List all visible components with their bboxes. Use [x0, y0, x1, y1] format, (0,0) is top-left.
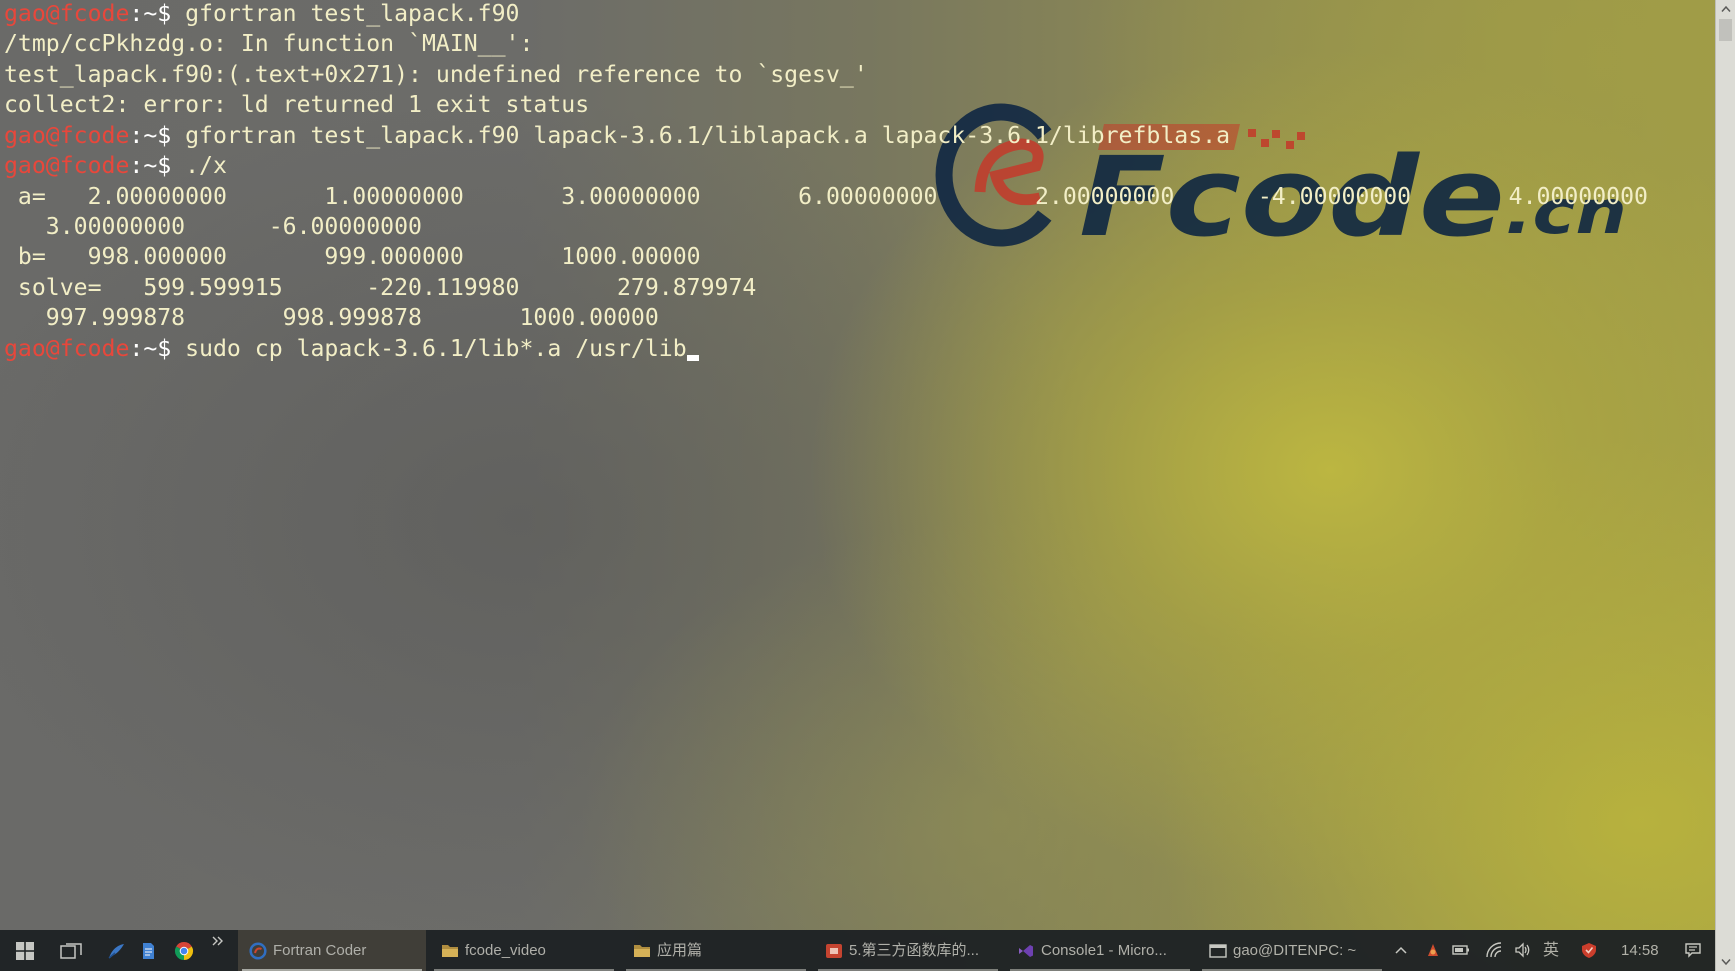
prompt-command: ./x: [185, 153, 227, 180]
battery-icon[interactable]: [1451, 940, 1471, 960]
taskbar-window-presentation[interactable]: 5.第三方函数库的...: [814, 930, 1002, 971]
terminal-output: gao@fcode:~$ gfortran test_lapack.f90 /tm…: [4, 0, 1648, 364]
taskbar-window-label: 5.第三方函数库的...: [849, 942, 980, 959]
clock[interactable]: 14:58: [1621, 941, 1659, 960]
presentation-icon: [824, 941, 843, 960]
folder-icon: [440, 941, 459, 960]
prompt-command: gfortran test_lapack.f90: [185, 1, 520, 27]
terminal-output-line: solve= 599.599915 -220.119980 279.879974: [4, 274, 757, 301]
taskbar-window-label: Fortran Coder: [273, 942, 367, 959]
task-view-icon[interactable]: [58, 938, 84, 964]
terminal-window[interactable]: Fcode .cn gao@fcode:~$ gfortran test_lapa…: [0, 0, 1715, 930]
taskbar-window-visual-studio[interactable]: Console1 - Micro...: [1006, 930, 1194, 971]
chevron-up-icon[interactable]: [1391, 940, 1411, 960]
terminal-output-line: collect2: error: ld returned 1 exit stat…: [4, 92, 590, 119]
scroll-up-arrow-icon[interactable]: [1716, 0, 1735, 18]
prompt-path: :~$: [129, 335, 172, 362]
prompt-command: sudo cp lapack-3.6.1/lib*.a /usr/lib: [185, 335, 687, 362]
taskbar-window-label: 应用篇: [657, 942, 703, 959]
text-cursor: [686, 354, 700, 361]
taskbar-window-label: Console1 - Micro...: [1041, 942, 1167, 959]
overflow-chevron-icon[interactable]: [210, 934, 226, 948]
taskbar-window-label: gao@DITENPC: ~: [1233, 942, 1357, 959]
terminal-output-line: 997.999878 998.999878 1000.00000: [4, 305, 659, 332]
terminal-output-line: a= 2.00000000 1.00000000 3.00000000 6.00…: [4, 183, 1648, 210]
prompt-command: gfortran test_lapack.f90 lapack-3.6.1/li…: [185, 122, 1230, 149]
red-app-icon[interactable]: [1423, 940, 1443, 960]
folder-icon: [632, 941, 651, 960]
prompt-user-host: gao@fcode: [4, 1, 130, 27]
prompt-path: :~$: [129, 122, 172, 149]
vertical-scrollbar[interactable]: [1715, 0, 1735, 971]
prompt-user-host: gao@fcode: [4, 153, 130, 180]
taskbar-window-folder[interactable]: 应用篇: [622, 930, 810, 971]
scroll-down-arrow-icon[interactable]: [1716, 953, 1735, 971]
terminal-output-line: 3.00000000 -6.00000000: [4, 213, 422, 240]
taskbar-window-label: fcode_video: [465, 942, 546, 959]
prompt-path: :~$: [129, 153, 172, 180]
desktop: Fcode .cn gao@fcode:~$ gfortran test_lapa…: [0, 0, 1735, 971]
terminal-output-line: /tmp/ccPkhzdg.o: In function `MAIN__':: [4, 31, 534, 58]
terminal-prompt-line: gao@fcode:~$ gfortran test_lapack.f90 lap…: [4, 121, 1648, 151]
chrome-icon[interactable]: [172, 939, 196, 963]
terminal-icon: [1208, 941, 1227, 960]
volume-icon[interactable]: [1513, 940, 1533, 960]
wifi-icon[interactable]: [1484, 940, 1504, 960]
document-icon[interactable]: [136, 939, 160, 963]
taskbar-window-terminal[interactable]: gao@DITENPC: ~: [1198, 930, 1386, 971]
terminal-prompt-line: gao@fcode:~$ gfortran test_lapack.f90: [4, 0, 1648, 29]
terminal-prompt-line: gao@fcode:~$ ./x: [4, 151, 1648, 181]
prompt-user-host: gao@fcode: [4, 335, 130, 362]
prompt-user-host: gao@fcode: [4, 122, 130, 149]
terminal-output-line: b= 998.000000 999.000000 1000.00000: [4, 244, 701, 271]
bird-icon[interactable]: [104, 939, 128, 963]
taskbar: Fortran Coder fcode_video 应用篇 5.第三方函数库的.…: [0, 930, 1715, 971]
scrollbar-thumb[interactable]: [1719, 19, 1732, 41]
ime-indicator[interactable]: 英: [1543, 941, 1559, 960]
prompt-path: :~$: [129, 1, 172, 27]
security-app-icon[interactable]: [1579, 940, 1599, 960]
taskbar-window-fcode-video[interactable]: fcode_video: [430, 930, 618, 971]
terminal-prompt-line: gao@fcode:~$ sudo cp lapack-3.6.1/lib*.a …: [4, 334, 1648, 364]
taskbar-window-fortran-coder[interactable]: Fortran Coder: [238, 930, 426, 971]
visual-studio-icon: [1016, 941, 1035, 960]
terminal-output-line: test_lapack.f90:(.text+0x271): undefined…: [4, 61, 868, 88]
notification-icon[interactable]: [1683, 940, 1703, 960]
fcode-logo-icon: [248, 941, 267, 960]
windows-start-icon[interactable]: [12, 938, 38, 964]
